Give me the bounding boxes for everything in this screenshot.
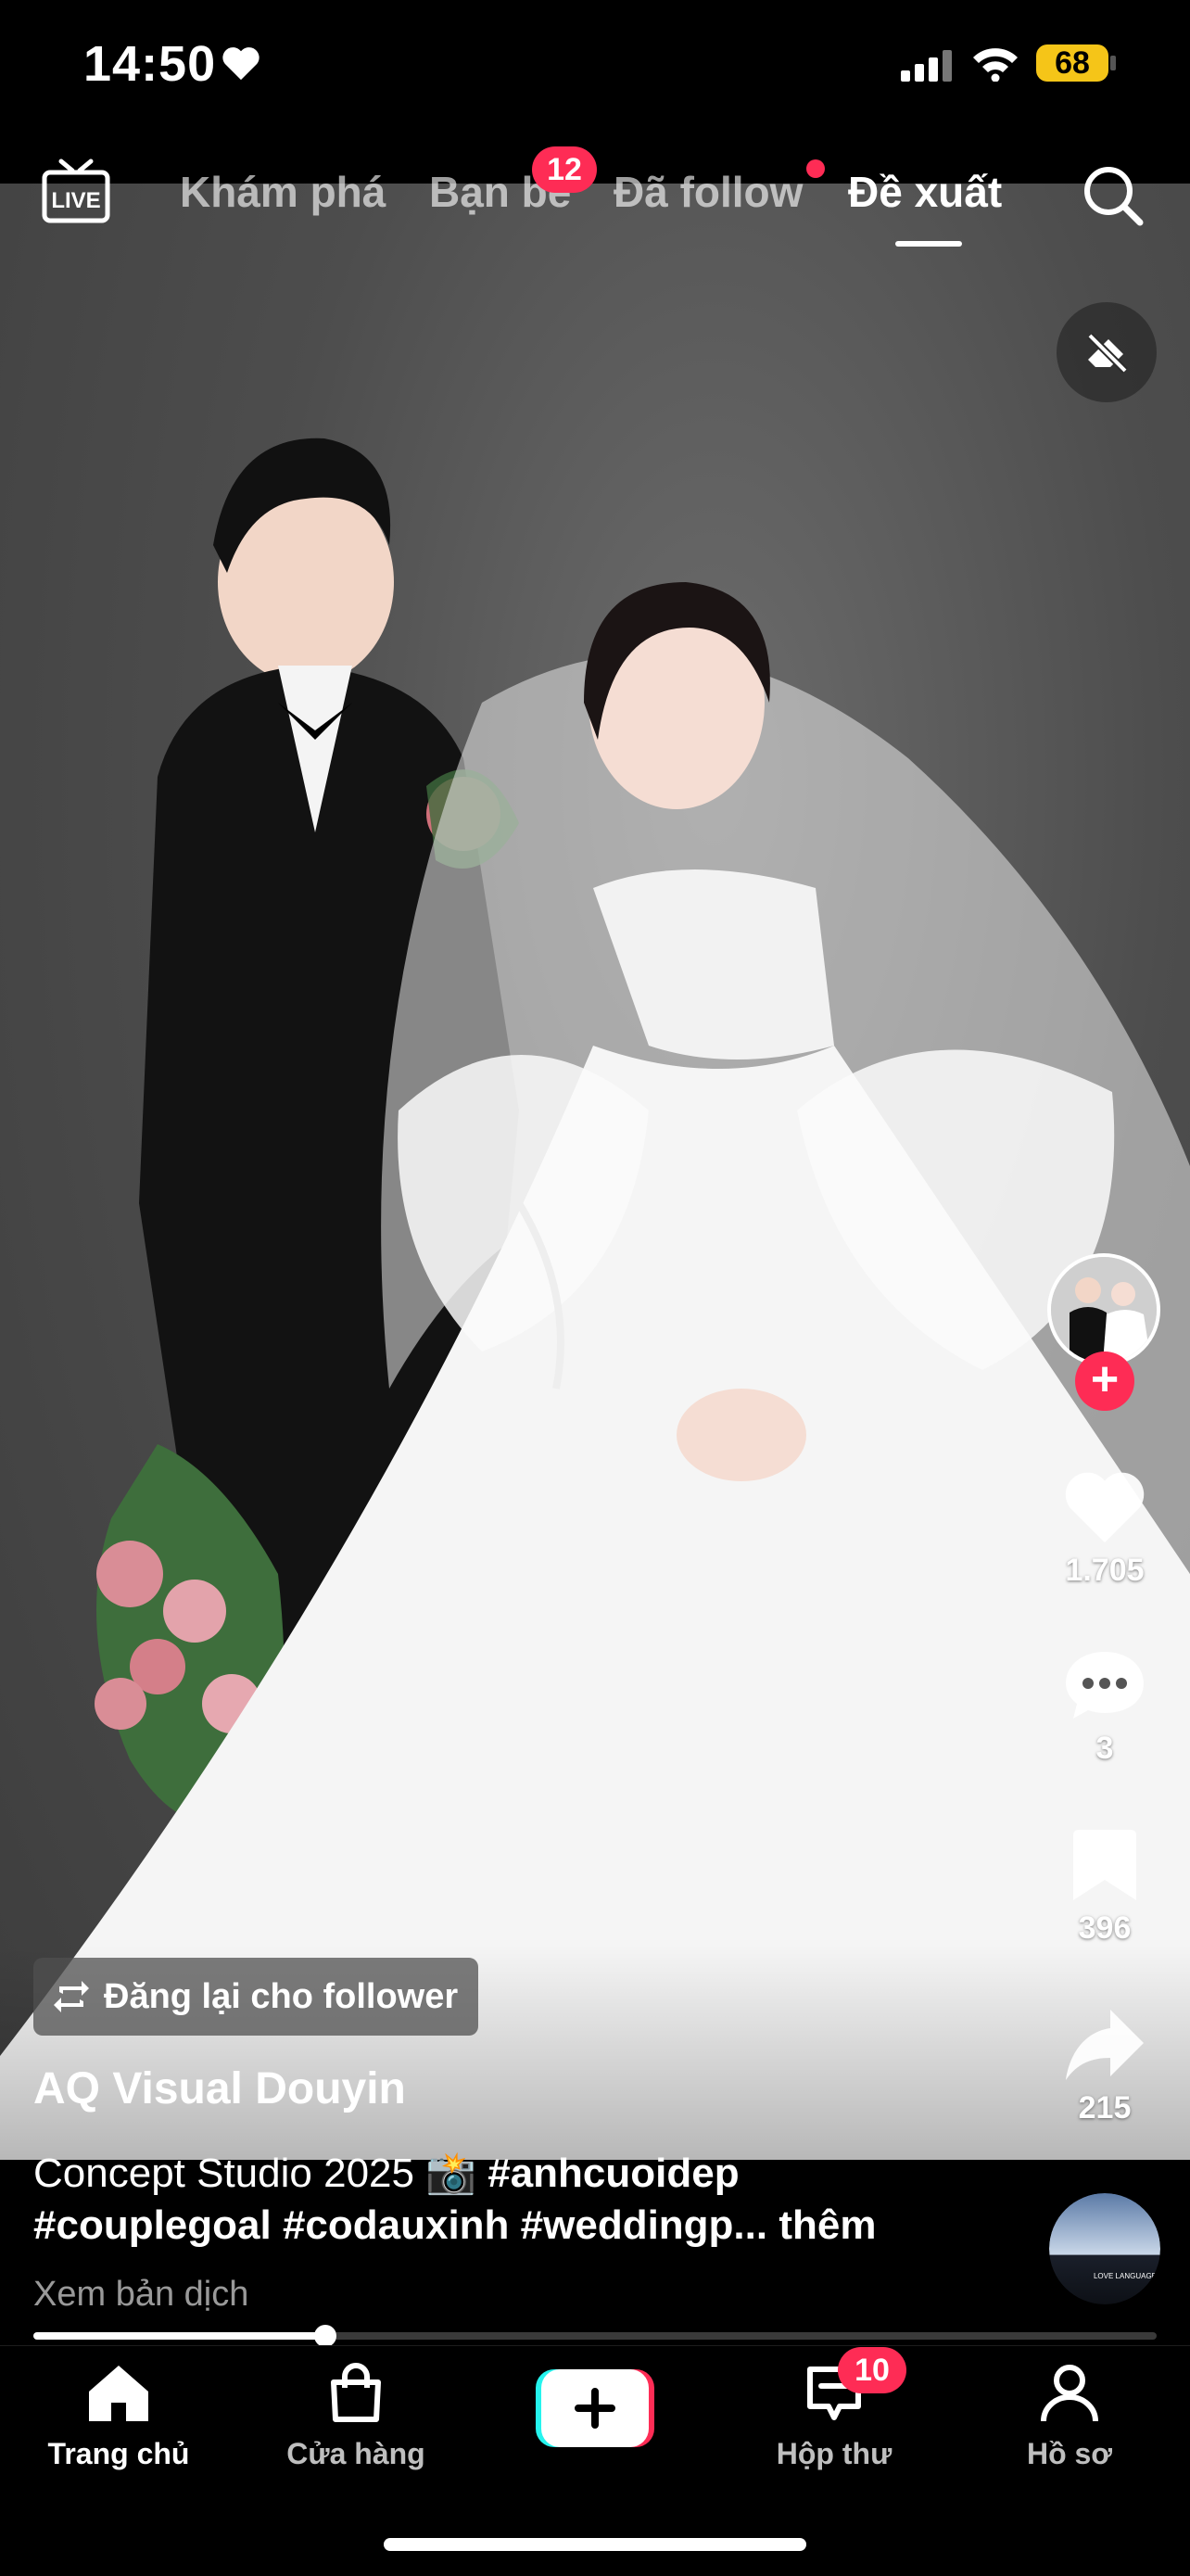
nav-home-label: Trang chủ bbox=[47, 2437, 190, 2470]
nav-shop-label: Cửa hàng bbox=[286, 2437, 425, 2470]
profile-icon bbox=[1041, 2365, 1098, 2422]
nav-inbox[interactable]: Hộp thư bbox=[732, 2362, 936, 2471]
friends-count-badge: 12 bbox=[532, 146, 597, 193]
top-nav bbox=[0, 139, 1190, 250]
nav-inbox-label: Hộp thư bbox=[776, 2437, 892, 2470]
caption-line-1: Concept Studio 2025 📸 #anhcuoidep bbox=[33, 2149, 740, 2197]
repost-icon bbox=[54, 1981, 89, 2012]
live-icon[interactable]: LIVE bbox=[41, 158, 111, 229]
create-plus-button[interactable] bbox=[536, 2369, 654, 2447]
video-player[interactable] bbox=[0, 184, 1190, 2160]
plus-icon bbox=[536, 2369, 654, 2447]
home-indicator bbox=[384, 2538, 806, 2551]
inbox-count-badge: 10 bbox=[838, 2347, 906, 2393]
translate-link[interactable]: Xem bản dịch bbox=[33, 2275, 248, 2315]
bookmark-icon bbox=[1073, 1830, 1136, 1900]
progress-fill bbox=[33, 2332, 325, 2340]
caption-text: Concept Studio 2025 📸 bbox=[33, 2151, 488, 2196]
video-frame-illustration bbox=[0, 438, 1190, 2160]
follow-plus-button[interactable]: + bbox=[1075, 1351, 1134, 1411]
save-count: 396 bbox=[1078, 1910, 1132, 1946]
nav-shop[interactable]: Cửa hàng bbox=[254, 2362, 458, 2471]
eraser-icon bbox=[1087, 333, 1128, 374]
battery-cap bbox=[1110, 56, 1116, 70]
share-count: 215 bbox=[1078, 2090, 1132, 2126]
search-icon[interactable] bbox=[1081, 163, 1146, 233]
comment-icon bbox=[1066, 1652, 1144, 1719]
caption-line-2: #couplegoal #codauxinh #weddingp... thêm bbox=[33, 2202, 876, 2249]
see-more-link[interactable]: thêm bbox=[767, 2202, 876, 2248]
tab-de-xuat[interactable]: Đề xuất bbox=[848, 167, 1002, 217]
hashtag-links[interactable]: #couplegoal #codauxinh #weddingp... bbox=[33, 2202, 767, 2248]
music-disc[interactable]: LOVE LANGUAGE bbox=[1049, 2193, 1160, 2304]
like-count: 1.705 bbox=[1065, 1553, 1145, 1588]
comment-button[interactable]: 3 bbox=[1047, 1646, 1162, 1767]
hashtag-link[interactable]: #anhcuoidep bbox=[487, 2151, 739, 2196]
battery-icon: 68 bbox=[1036, 44, 1108, 82]
save-button[interactable]: 396 bbox=[1047, 1826, 1162, 1947]
like-button[interactable]: 1.705 bbox=[1047, 1466, 1162, 1589]
comment-count: 3 bbox=[1095, 1731, 1114, 1766]
signal-icon bbox=[901, 50, 953, 86]
tab-da-follow[interactable]: Đã follow bbox=[614, 167, 803, 217]
following-new-dot bbox=[806, 159, 825, 178]
clean-mode-button[interactable] bbox=[1057, 302, 1157, 402]
svg-text:LIVE: LIVE bbox=[51, 188, 100, 213]
status-time: 14:50 bbox=[83, 36, 217, 92]
author-name[interactable]: AQ Visual Douyin bbox=[33, 2063, 406, 2114]
author-avatar[interactable] bbox=[1047, 1253, 1160, 1366]
share-button[interactable]: 215 bbox=[1047, 2006, 1162, 2126]
heart-icon bbox=[221, 44, 261, 86]
nav-profile[interactable]: Hồ sơ bbox=[968, 2362, 1171, 2471]
repost-label: Đăng lại cho follower bbox=[104, 1976, 459, 2016]
nav-home[interactable]: Trang chủ bbox=[17, 2362, 221, 2471]
wifi-icon bbox=[971, 44, 1019, 86]
progress-scrubber[interactable] bbox=[314, 2325, 336, 2347]
nav-profile-label: Hồ sơ bbox=[1026, 2437, 1113, 2470]
tab-kham-pha[interactable]: Khám phá bbox=[180, 167, 386, 217]
home-icon bbox=[89, 2366, 148, 2421]
shop-bag-icon bbox=[331, 2363, 381, 2422]
active-tab-underline bbox=[895, 241, 962, 247]
heart-icon bbox=[1065, 1472, 1145, 1543]
repost-chip[interactable]: Đăng lại cho follower bbox=[33, 1958, 479, 2036]
share-arrow-icon bbox=[1066, 2010, 1144, 2080]
music-disc-text: LOVE LANGUAGE bbox=[1094, 2272, 1157, 2280]
